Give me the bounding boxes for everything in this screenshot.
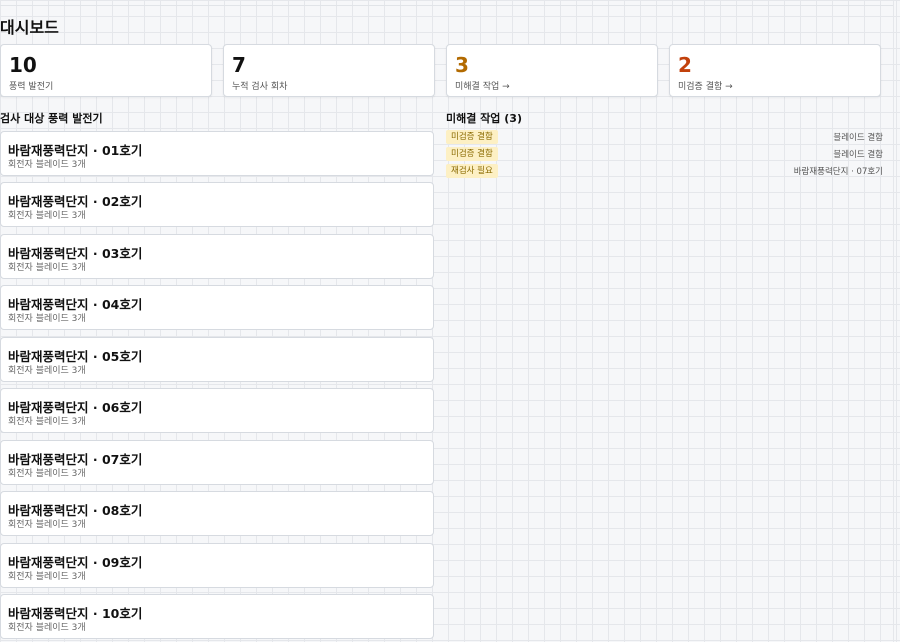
- turbine-card[interactable]: 바람재풍력단지 · 01호기 회전자 블레이드 3개: [0, 131, 434, 176]
- stat-value: 10: [9, 53, 37, 77]
- turbine-subtitle: 회전자 블레이드 3개: [8, 160, 86, 170]
- status-badge: 재검사 필요: [446, 164, 498, 178]
- task-row[interactable]: 미검증 결함 블레이드 결함: [446, 147, 883, 161]
- top-bar-edge: [0, 0, 893, 6]
- stat-link-unverified-defects[interactable]: 미검증 결함 →: [678, 79, 733, 92]
- task-row[interactable]: 미검증 결함 블레이드 결함: [446, 130, 883, 144]
- stats-row: 10 풍력 발전기 7 누적 검사 회차 3 미해결 작업 → 2 미검증 결함…: [0, 44, 883, 99]
- turbine-subtitle: 회전자 블레이드 3개: [8, 211, 86, 221]
- stat-value: 7: [232, 53, 246, 77]
- task-reference[interactable]: 블레이드 결함: [833, 131, 883, 143]
- turbine-subtitle: 회전자 블레이드 3개: [8, 417, 86, 427]
- page-title: 대시보드: [0, 18, 59, 37]
- status-badge: 미검증 결함: [446, 147, 498, 161]
- status-badge: 미검증 결함: [446, 130, 498, 144]
- turbine-subtitle: 회전자 블레이드 3개: [8, 263, 86, 273]
- stat-label: 풍력 발전기: [9, 82, 54, 92]
- turbine-subtitle: 회전자 블레이드 3개: [8, 469, 86, 479]
- turbine-subtitle: 회전자 블레이드 3개: [8, 366, 86, 376]
- turbine-card[interactable]: 바람재풍력단지 · 09호기 회전자 블레이드 3개: [0, 543, 434, 588]
- turbine-card[interactable]: 바람재풍력단지 · 02호기 회전자 블레이드 3개: [0, 182, 434, 227]
- stat-label: 누적 검사 회차: [232, 82, 288, 92]
- turbine-card[interactable]: 바람재풍력단지 · 05호기 회전자 블레이드 3개: [0, 337, 434, 382]
- turbine-card[interactable]: 바람재풍력단지 · 03호기 회전자 블레이드 3개: [0, 234, 434, 279]
- stat-card-unverified-defects[interactable]: 2 미검증 결함 →: [669, 44, 881, 97]
- turbine-card[interactable]: 바람재풍력단지 · 07호기 회전자 블레이드 3개: [0, 440, 434, 485]
- task-reference[interactable]: 바람재풍력단지 · 07호기: [794, 165, 883, 177]
- open-tasks-title: 미해결 작업 (3): [446, 112, 522, 125]
- stat-value: 3: [455, 53, 469, 77]
- turbine-card[interactable]: 바람재풍력단지 · 08호기 회전자 블레이드 3개: [0, 491, 434, 536]
- turbine-subtitle: 회전자 블레이드 3개: [8, 572, 86, 582]
- turbine-subtitle: 회전자 블레이드 3개: [8, 314, 86, 324]
- task-reference[interactable]: 블레이드 결함: [833, 148, 883, 160]
- turbine-card[interactable]: 바람재풍력단지 · 04호기 회전자 블레이드 3개: [0, 285, 434, 330]
- stat-card-turbines: 10 풍력 발전기: [0, 44, 212, 97]
- turbine-subtitle: 회전자 블레이드 3개: [8, 623, 86, 633]
- stat-card-inspections: 7 누적 검사 회차: [223, 44, 435, 97]
- turbine-card[interactable]: 바람재풍력단지 · 10호기 회전자 블레이드 3개: [0, 594, 434, 639]
- right-edge-divider: [893, 0, 894, 642]
- task-row[interactable]: 재검사 필요 바람재풍력단지 · 07호기: [446, 164, 883, 178]
- stat-link-open-tasks[interactable]: 미해결 작업 →: [455, 79, 510, 92]
- stat-card-open-tasks[interactable]: 3 미해결 작업 →: [446, 44, 658, 97]
- stat-value: 2: [678, 53, 692, 77]
- turbine-section-title: 검사 대상 풍력 발전기: [0, 112, 103, 125]
- turbine-card[interactable]: 바람재풍력단지 · 06호기 회전자 블레이드 3개: [0, 388, 434, 433]
- turbine-subtitle: 회전자 블레이드 3개: [8, 520, 86, 530]
